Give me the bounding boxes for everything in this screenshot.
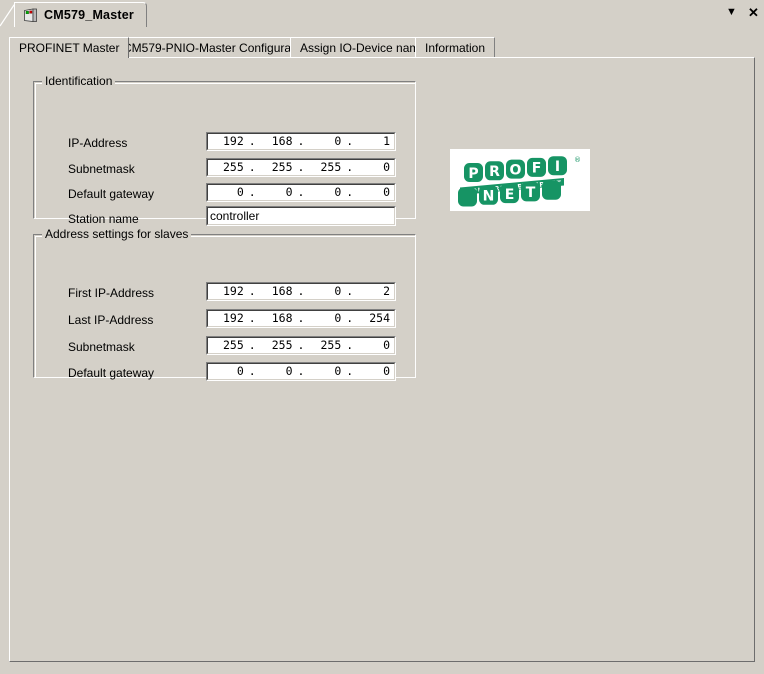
label-last-ip-address: Last IP-Address bbox=[68, 313, 154, 327]
input-station-name[interactable]: controller bbox=[206, 206, 396, 226]
default-gateway-octet-2: 0 bbox=[285, 185, 293, 199]
first-ip-octet-3: 0 bbox=[334, 284, 342, 298]
svg-text:R: R bbox=[489, 164, 500, 180]
ip-separator: . bbox=[346, 160, 354, 174]
ip-separator: . bbox=[248, 364, 256, 378]
label-default-gateway: Default gateway bbox=[68, 187, 155, 201]
svg-text:N: N bbox=[483, 189, 495, 205]
window-title: CM579_Master bbox=[44, 8, 134, 22]
subnetmask-octet-4: 0 bbox=[383, 160, 390, 174]
slaves-subnetmask-octet-1: 255 bbox=[222, 338, 244, 352]
slaves-gateway-octet-2: 0 bbox=[285, 364, 293, 378]
ip-address-octet-4: 1 bbox=[383, 134, 390, 148]
close-icon[interactable]: ✕ bbox=[747, 5, 760, 19]
group-identification: Identification IP-Address 192 . 168 . 0 … bbox=[33, 75, 416, 226]
slaves-gateway-octet-1: 0 bbox=[236, 364, 244, 378]
default-gateway-octet-3: 0 bbox=[334, 185, 342, 199]
ip-separator: . bbox=[248, 311, 256, 325]
ip-separator: . bbox=[346, 364, 354, 378]
subnetmask-octet-3: 255 bbox=[320, 160, 342, 174]
module-icon bbox=[23, 8, 38, 23]
slaves-gateway-octet-4: 0 bbox=[383, 364, 390, 378]
input-slaves-default-gateway[interactable]: 0 . 0 . 0 . 0 bbox=[206, 362, 396, 381]
last-ip-octet-4: 254 bbox=[369, 311, 390, 325]
first-ip-octet-4: 2 bbox=[383, 284, 390, 298]
ip-address-octet-3: 0 bbox=[334, 134, 342, 148]
last-ip-octet-3: 0 bbox=[334, 311, 342, 325]
input-default-gateway[interactable]: 0 . 0 . 0 . 0 bbox=[206, 183, 396, 202]
label-slaves-default-gateway: Default gateway bbox=[68, 366, 155, 380]
tab-information[interactable]: Information bbox=[415, 37, 496, 58]
tab-strip: PROFINET Master CM579-PNIO-Master Config… bbox=[9, 37, 755, 58]
ip-separator: . bbox=[297, 338, 305, 352]
ip-separator: . bbox=[248, 338, 256, 352]
window-controls: ▼ ✕ bbox=[725, 5, 760, 19]
svg-text:P: P bbox=[468, 166, 478, 182]
group-address-settings-title: Address settings for slaves bbox=[42, 228, 192, 241]
svg-text:T: T bbox=[526, 185, 536, 201]
ip-separator: . bbox=[297, 364, 305, 378]
ip-separator: . bbox=[248, 160, 256, 174]
window-menu-dropdown-icon[interactable]: ▼ bbox=[725, 5, 738, 19]
window-titlebar: CM579_Master ▼ ✕ bbox=[0, 0, 764, 27]
default-gateway-octet-1: 0 bbox=[236, 185, 244, 199]
group-identification-title: Identification bbox=[42, 75, 116, 88]
label-ip-address: IP-Address bbox=[68, 136, 128, 150]
profinet-logo: P R O F I ® INDUSTR bbox=[450, 149, 590, 211]
slaves-subnetmask-octet-2: 255 bbox=[271, 338, 293, 352]
subnetmask-octet-2: 255 bbox=[271, 160, 293, 174]
tab-profinet-master[interactable]: PROFINET Master bbox=[9, 37, 130, 58]
ip-address-octet-1: 192 bbox=[222, 134, 244, 148]
last-ip-octet-1: 192 bbox=[222, 311, 244, 325]
ip-separator: . bbox=[248, 134, 256, 148]
slaves-subnetmask-octet-3: 255 bbox=[320, 338, 342, 352]
label-subnetmask: Subnetmask bbox=[68, 162, 135, 176]
svg-text:I: I bbox=[555, 159, 560, 175]
ip-separator: . bbox=[346, 134, 354, 148]
ip-separator: . bbox=[248, 284, 256, 298]
station-name-value: controller bbox=[210, 209, 260, 223]
svg-text:®: ® bbox=[574, 156, 581, 164]
input-slaves-subnetmask[interactable]: 255 . 255 . 255 . 0 bbox=[206, 336, 396, 355]
label-slaves-subnetmask: Subnetmask bbox=[68, 340, 135, 354]
default-gateway-octet-4: 0 bbox=[383, 185, 390, 199]
tab-content-panel: Identification IP-Address 192 . 168 . 0 … bbox=[9, 57, 755, 662]
ip-separator: . bbox=[346, 185, 354, 199]
ip-separator: . bbox=[346, 311, 354, 325]
profinet-master-window: CM579_Master ▼ ✕ PROFINET Master CM579-P… bbox=[0, 0, 764, 674]
label-first-ip-address: First IP-Address bbox=[68, 286, 155, 300]
ip-separator: . bbox=[297, 185, 305, 199]
first-ip-octet-1: 192 bbox=[222, 284, 244, 298]
slaves-gateway-octet-3: 0 bbox=[334, 364, 342, 378]
input-last-ip-address[interactable]: 192 . 168 . 0 . 254 bbox=[206, 309, 396, 328]
group-address-settings-for-slaves: Address settings for slaves First IP-Add… bbox=[33, 228, 416, 381]
input-ip-address[interactable]: 192 . 168 . 0 . 1 bbox=[206, 132, 396, 151]
ip-separator: . bbox=[297, 160, 305, 174]
input-first-ip-address[interactable]: 192 . 168 . 0 . 2 bbox=[206, 282, 396, 301]
svg-text:O: O bbox=[510, 162, 522, 178]
label-station-name: Station name bbox=[68, 212, 139, 226]
last-ip-octet-2: 168 bbox=[271, 311, 293, 325]
first-ip-octet-2: 168 bbox=[271, 284, 293, 298]
svg-text:F: F bbox=[532, 161, 542, 177]
ip-separator: . bbox=[346, 284, 354, 298]
ip-address-octet-2: 168 bbox=[271, 134, 293, 148]
ip-separator: . bbox=[297, 134, 305, 148]
ip-separator: . bbox=[248, 185, 256, 199]
window-title-tab[interactable]: CM579_Master bbox=[14, 2, 147, 27]
svg-text:E: E bbox=[505, 187, 515, 203]
subnetmask-octet-1: 255 bbox=[222, 160, 244, 174]
input-subnetmask[interactable]: 255 . 255 . 255 . 0 bbox=[206, 158, 396, 177]
ip-separator: . bbox=[346, 338, 354, 352]
ip-separator: . bbox=[297, 284, 305, 298]
ip-separator: . bbox=[297, 311, 305, 325]
slaves-subnetmask-octet-4: 0 bbox=[383, 338, 390, 352]
